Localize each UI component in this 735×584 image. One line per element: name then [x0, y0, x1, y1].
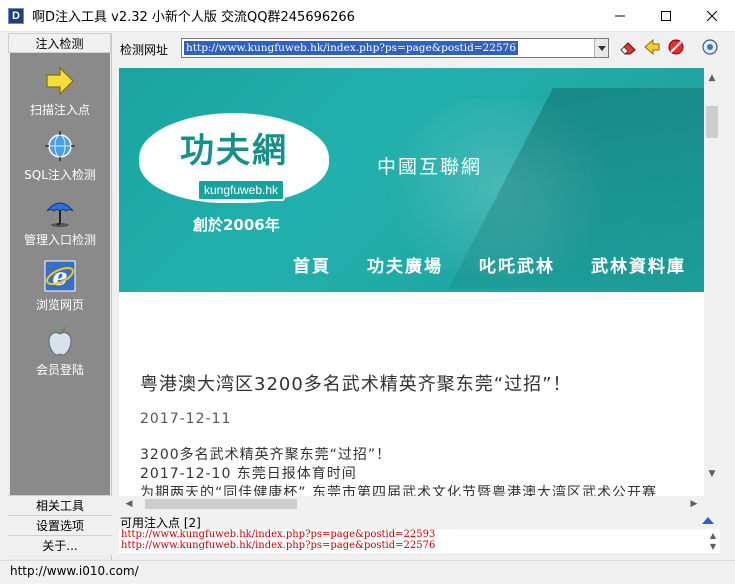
close-icon	[707, 11, 717, 21]
sidebar-item-label: 会员登陆	[35, 363, 84, 377]
chevron-down-icon	[597, 45, 606, 51]
article-line: 3200多名武术精英齐聚东莞“过招”！	[140, 447, 392, 463]
sidebar-item-label: 浏览网页	[35, 298, 84, 312]
logo-domain: kungfuweb.hk	[197, 179, 285, 201]
article-line: 2017-12-10 东莞日报体育时间	[140, 466, 357, 482]
url-input[interactable]: http://www.kungfuweb.hk/index.php?ps=pag…	[181, 38, 609, 58]
site-subtitle: 中國互聯網	[377, 156, 483, 178]
nav-link-square[interactable]: 功夫廣場	[367, 252, 443, 277]
scroll-left-icon[interactable]: ◀	[121, 496, 137, 512]
help-icon	[702, 39, 718, 55]
back-button[interactable]	[643, 38, 661, 56]
browser-vertical-scrollbar[interactable]: ▲ ▼	[704, 68, 720, 496]
browser-horizontal-scrollbar[interactable]: ◀ ▶	[119, 496, 704, 512]
logo-text: 功夫網	[180, 131, 288, 171]
collapse-up-icon[interactable]	[702, 517, 714, 524]
nav-link-database[interactable]: 武林資料庫	[591, 252, 686, 277]
sidebar-header-injection-detection[interactable]: 注入检测	[8, 33, 111, 53]
window-controls	[597, 0, 735, 32]
article-title: 粤港澳大湾区3200多名武术精英齐聚东莞“过招”！	[140, 374, 572, 395]
injection-list-scrollbar[interactable]: ▲ ▼	[706, 530, 720, 552]
sidebar-item-member-login[interactable]: 会员登陆	[10, 325, 110, 378]
web-browser-view[interactable]: 功夫網 kungfuweb.hk 創於2006年 中國互聯網 首頁 功夫廣場 叱…	[119, 68, 720, 496]
sidebar-item-label: 扫描注入点	[29, 103, 90, 117]
sidebar-related-tools[interactable]: 相关工具	[8, 495, 112, 515]
logo-since: 創於2006年	[193, 216, 280, 234]
sidebar-item-sql-injection[interactable]: SQL注入检测	[10, 130, 110, 183]
sidebar-panel: 扫描注入点 SQL注入检测 管理入口检测 e 浏览网页 会员登陆	[10, 53, 110, 495]
scroll-thumb[interactable]	[706, 106, 718, 138]
url-bar: 检测网址 http://www.kungfuweb.hk/index.php?p…	[120, 38, 730, 60]
article-body: 3200多名武术精英齐聚东莞“过招”！ 2017-12-10 东莞日报体育时间 …	[140, 446, 657, 496]
scroll-right-icon[interactable]: ▶	[686, 496, 702, 512]
url-value[interactable]: http://www.kungfuweb.hk/index.php?ps=pag…	[184, 41, 519, 55]
sidebar-about[interactable]: 关于...	[8, 535, 112, 555]
apple-icon	[48, 327, 72, 356]
injection-header-label: 可用注入点 [2]	[120, 516, 201, 530]
umbrella-icon	[46, 202, 74, 227]
title-bar: D 啊D注入工具 v2.32 小新个人版 交流QQ群245696266	[0, 0, 735, 32]
url-label: 检测网址	[120, 43, 169, 57]
article-date: 2017-12-11	[140, 411, 232, 427]
scroll-down-icon[interactable]: ▼	[704, 466, 720, 482]
svg-text:e: e	[52, 262, 67, 291]
maximize-button[interactable]	[643, 0, 689, 32]
injection-list: http://www.kungfuweb.hk/index.php?ps=pag…	[119, 529, 720, 553]
sidebar-settings[interactable]: 设置选项	[8, 515, 112, 535]
help-button[interactable]	[701, 38, 719, 56]
nav-link-wulin[interactable]: 叱吒武林	[479, 252, 555, 277]
back-arrow-icon	[644, 38, 660, 56]
sidebar-item-label: SQL注入检测	[24, 168, 96, 182]
injection-header: 可用注入点 [2]	[120, 514, 720, 530]
minimize-button[interactable]	[597, 0, 643, 32]
nav-link-home[interactable]: 首頁	[293, 252, 331, 277]
injection-item[interactable]: http://www.kungfuweb.hk/index.php?ps=pag…	[119, 529, 720, 540]
close-button[interactable]	[689, 0, 735, 32]
sidebar-item-label: 管理入口检测	[23, 233, 96, 247]
arrow-right-icon	[46, 66, 74, 96]
stop-icon	[668, 39, 684, 55]
sidebar-item-admin-entry[interactable]: 管理入口检测	[10, 195, 110, 248]
app-icon: D	[8, 7, 24, 24]
ie-icon: e	[44, 260, 76, 292]
window-title: 啊D注入工具 v2.32 小新个人版 交流QQ群245696266	[32, 10, 355, 25]
url-dropdown-button[interactable]	[594, 39, 608, 57]
site-banner: 功夫網 kungfuweb.hk 創於2006年 中國互聯網 首頁 功夫廣場 叱…	[119, 68, 704, 292]
eraser-icon	[620, 42, 636, 55]
scroll-down-icon[interactable]: ▼	[710, 541, 716, 552]
stop-button[interactable]	[667, 38, 685, 56]
toolbar	[619, 38, 719, 56]
sidebar: 注入检测 扫描注入点 SQL注入检测 管理入口检测 e 浏览网页 会员登陆 相关…	[8, 33, 112, 560]
site-nav: 首頁 功夫廣場 叱吒武林 武林資料庫	[293, 252, 704, 277]
scroll-up-icon[interactable]: ▲	[710, 530, 716, 541]
clear-button[interactable]	[619, 38, 637, 56]
scroll-thumb[interactable]	[145, 499, 297, 509]
injection-item[interactable]: http://www.kungfuweb.hk/index.php?ps=pag…	[119, 540, 720, 551]
minimize-icon	[615, 15, 625, 17]
article-line: 为期两天的“同佳健康杯” 东莞市第四届武术文化节暨粤港澳大湾区武术公开赛	[140, 485, 657, 496]
status-text: http://www.i010.com/	[10, 564, 139, 578]
maximize-icon	[661, 11, 671, 21]
scroll-up-icon[interactable]: ▲	[704, 70, 720, 86]
sidebar-item-browse-web[interactable]: e 浏览网页	[10, 260, 110, 313]
globe-icon	[45, 131, 75, 161]
status-bar: http://www.i010.com/	[0, 560, 735, 584]
sidebar-item-scan-injection[interactable]: 扫描注入点	[10, 65, 110, 118]
